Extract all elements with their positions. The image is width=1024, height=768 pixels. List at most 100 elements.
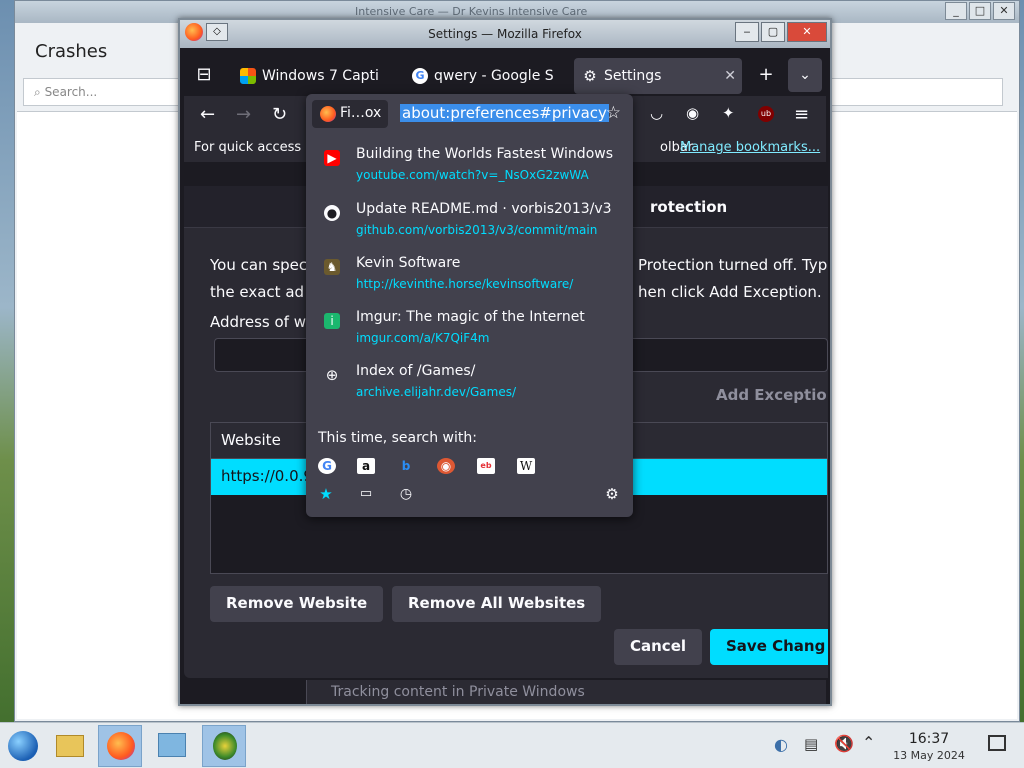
close-button[interactable]: ✕	[993, 2, 1015, 20]
taskbar-files[interactable]	[48, 725, 92, 767]
minimize-button[interactable]: ‒	[735, 22, 759, 42]
dialog-description-2b: hen click Add Exception.	[638, 283, 822, 301]
maximize-button[interactable]: ▢	[761, 22, 785, 42]
start-orb-icon	[8, 731, 38, 761]
back-button[interactable]: ←	[200, 104, 215, 125]
clipboard-icon[interactable]: ▤	[804, 735, 818, 753]
dialog-description-1: You can spec	[210, 256, 308, 274]
identity-label: Fi…ox	[340, 105, 382, 121]
taskbar-bug-app[interactable]	[202, 725, 246, 767]
suggestion-item[interactable]: i Imgur: The magic of the Internet imgur…	[318, 309, 623, 361]
chevron-up-icon[interactable]: ⌃	[862, 733, 875, 752]
search-icon: ⌕	[34, 85, 41, 99]
bookmark-star-icon[interactable]: ☆	[606, 103, 621, 123]
tab-label: qwery - Google S	[434, 68, 554, 84]
filter-input[interactable]	[831, 78, 1003, 106]
address-label: Address of w	[210, 313, 306, 331]
save-changes-button[interactable]: Save Chang	[710, 629, 828, 665]
close-tab-icon[interactable]: ✕	[724, 58, 736, 94]
network-icon[interactable]: ◐	[774, 735, 788, 754]
amazon-engine-icon[interactable]: a	[357, 458, 375, 474]
background-window-controls: _ □ ✕	[945, 2, 1015, 20]
start-button[interactable]	[2, 725, 46, 767]
bookmarks-hint: For quick access	[194, 140, 302, 155]
wikipedia-engine-icon[interactable]: W	[517, 458, 535, 474]
firefox-icon	[320, 106, 336, 122]
suggestion-title: Building the Worlds Fastest Windows	[356, 146, 614, 162]
volume-muted-icon[interactable]: 🔇	[834, 734, 854, 753]
tab-settings[interactable]: ⚙ Settings ✕	[574, 58, 742, 94]
horse-icon: ♞	[324, 259, 340, 275]
window-controls: ‒ ▢ ✕	[735, 22, 827, 42]
suggestion-title: Index of /Games/	[356, 363, 476, 379]
list-all-tabs-button[interactable]: ⌄	[788, 58, 822, 92]
identity-box[interactable]: Fi…ox	[312, 100, 388, 128]
new-tab-button[interactable]: +	[756, 64, 776, 85]
search-placeholder: Search...	[44, 85, 98, 99]
monitor-icon	[158, 733, 186, 757]
firefox-icon	[107, 732, 135, 760]
background-window-title: Intensive Care — Dr Kevins Intensive Car…	[355, 5, 588, 18]
remove-website-button[interactable]: Remove Website	[210, 586, 384, 622]
tab-label: Settings	[604, 68, 662, 84]
search-with-label: This time, search with:	[318, 430, 477, 446]
remove-all-websites-button[interactable]: Remove All Websites	[392, 586, 602, 622]
ebay-engine-icon[interactable]: eb	[477, 458, 495, 474]
account-icon[interactable]: ◉	[686, 104, 699, 122]
menu-icon[interactable]: ≡	[794, 104, 809, 125]
suggestion-url: youtube.com/watch?v=_NsOxG2zwWA	[356, 168, 589, 182]
youtube-icon: ▶	[324, 150, 340, 166]
google-engine-icon[interactable]: G	[318, 458, 336, 474]
reload-button[interactable]: ↻	[272, 104, 287, 125]
ublock-icon[interactable]: ub	[758, 106, 774, 122]
suggestion-title: Kevin Software	[356, 255, 461, 271]
suggestion-item[interactable]: ▶ Building the Worlds Fastest Windows yo…	[318, 146, 623, 198]
dialog-title: rotection	[650, 198, 728, 216]
manage-bookmarks-link[interactable]: Manage bookmarks...	[680, 140, 820, 155]
tab-google[interactable]: G qwery - Google S	[404, 58, 564, 94]
github-icon: ●	[324, 205, 340, 221]
search-settings-gear-icon[interactable]: ⚙	[603, 486, 621, 502]
folder-icon	[56, 735, 84, 757]
tab-windows7[interactable]: Windows 7 Capti	[232, 58, 396, 94]
urlbar-popup: Fi…ox about:preferences#privacy ☆ ▶ Buil…	[306, 94, 633, 517]
history-search-icon[interactable]: ◷	[397, 486, 415, 502]
add-exception-button[interactable]: Add Exceptio	[716, 386, 827, 404]
firefox-view-icon[interactable]: ⊟	[194, 64, 214, 85]
imgur-icon: i	[324, 313, 340, 329]
extensions-icon[interactable]: ✦	[722, 104, 735, 122]
firefox-titlebar: ◇ Settings — Mozilla Firefox ‒ ▢ ✕	[180, 20, 830, 48]
bing-engine-icon[interactable]: b	[397, 458, 415, 474]
page-title: Crashes	[35, 41, 108, 62]
tab-bar: ⊟ Windows 7 Capti G qwery - Google S ⚙ S…	[184, 52, 826, 96]
suggestion-title: Imgur: The magic of the Internet	[356, 309, 585, 325]
clock-time[interactable]: 16:37	[884, 731, 974, 747]
suggestion-url: http://kevinthe.horse/kevinsoftware/	[356, 277, 574, 291]
taskbar-settings[interactable]	[150, 725, 194, 767]
clock-date[interactable]: 13 May 2024	[884, 749, 974, 762]
gear-icon: ⚙	[583, 67, 597, 85]
bug-icon	[213, 732, 237, 760]
taskbar: ◐ ▤ 🔇 ⌃ 16:37 13 May 2024	[0, 722, 1024, 768]
maximize-button[interactable]: □	[969, 2, 991, 20]
urlbar[interactable]: Fi…ox about:preferences#privacy ☆	[310, 98, 629, 130]
taskbar-firefox[interactable]	[98, 725, 142, 767]
tabs-search-icon[interactable]: ▭	[357, 486, 375, 502]
close-button[interactable]: ✕	[787, 22, 827, 42]
cancel-button[interactable]: Cancel	[614, 629, 703, 665]
duckduckgo-engine-icon[interactable]: ◉	[437, 458, 455, 474]
suggestion-title: Update README.md · vorbis2013/v3	[356, 201, 612, 217]
pocket-icon[interactable]: ◡	[650, 104, 663, 122]
windows-logo-icon	[240, 68, 256, 84]
url-input[interactable]: about:preferences#privacy	[400, 104, 609, 122]
suggestion-item[interactable]: ● Update README.md · vorbis2013/v3 githu…	[318, 201, 623, 253]
show-desktop-icon[interactable]	[988, 735, 1006, 751]
suggestion-url: archive.elijahr.dev/Games/	[356, 385, 517, 399]
bookmarks-search-icon[interactable]: ★	[317, 486, 335, 502]
suggestion-item[interactable]: ♞ Kevin Software http://kevinthe.horse/k…	[318, 255, 623, 307]
dialog-description-1b: Protection turned off. Typ	[638, 256, 828, 274]
search-input[interactable]: ⌕ Search...	[23, 78, 193, 106]
minimize-button[interactable]: _	[945, 2, 967, 20]
forward-button[interactable]: →	[236, 104, 251, 125]
suggestion-item[interactable]: ⊕ Index of /Games/ archive.elijahr.dev/G…	[318, 363, 623, 415]
